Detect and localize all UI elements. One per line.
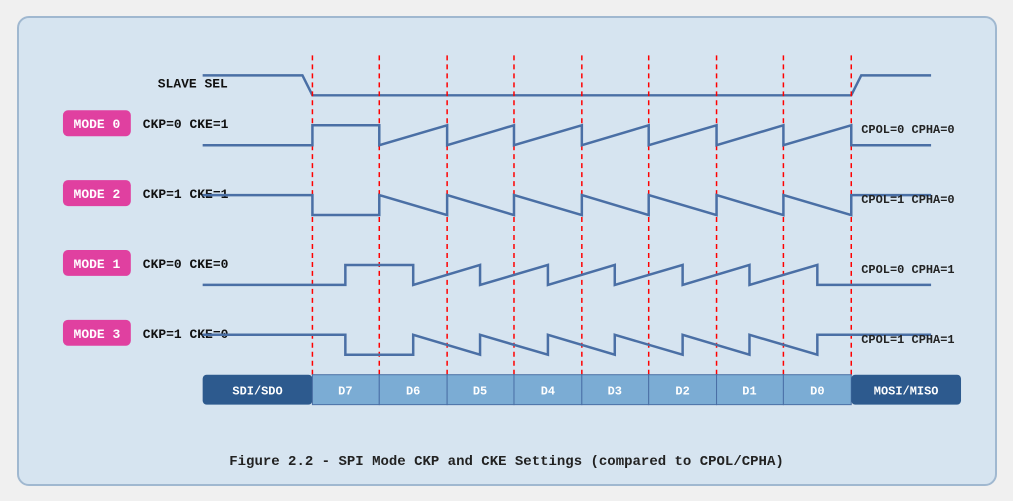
svg-text:D0: D0 [810, 384, 824, 398]
svg-text:MODE 2: MODE 2 [73, 187, 120, 202]
svg-text:D1: D1 [742, 384, 756, 398]
svg-text:CPOL=1 CPHA=0: CPOL=1 CPHA=0 [861, 193, 954, 207]
svg-text:D3: D3 [607, 384, 621, 398]
svg-text:CKP=0 CKE=0: CKP=0 CKE=0 [142, 256, 228, 271]
svg-text:MOSI/MISO: MOSI/MISO [873, 384, 938, 398]
svg-text:CPOL=0 CPHA=0: CPOL=0 CPHA=0 [861, 123, 954, 137]
svg-text:D4: D4 [540, 384, 554, 398]
svg-text:D6: D6 [406, 384, 420, 398]
slave-sel-label: SLAVE SEL [157, 76, 227, 91]
svg-text:MODE 3: MODE 3 [73, 326, 120, 341]
main-container: .mono { font-family: 'Courier New', Cour… [17, 16, 997, 486]
svg-text:CPOL=1 CPHA=1: CPOL=1 CPHA=1 [861, 332, 954, 346]
svg-text:D7: D7 [338, 384, 352, 398]
svg-text:SDI/SDO: SDI/SDO [232, 384, 282, 398]
svg-text:MODE 0: MODE 0 [73, 117, 120, 132]
figure-caption: Figure 2.2 - SPI Mode CKP and CKE Settin… [43, 454, 971, 470]
svg-text:CPOL=0 CPHA=1: CPOL=0 CPHA=1 [861, 262, 954, 276]
svg-text:CKP=0 CKE=1: CKP=0 CKE=1 [142, 117, 228, 132]
diagram-area: .mono { font-family: 'Courier New', Cour… [43, 36, 971, 444]
svg-text:D5: D5 [472, 384, 486, 398]
svg-text:MODE 1: MODE 1 [73, 256, 120, 271]
svg-text:D2: D2 [675, 384, 689, 398]
